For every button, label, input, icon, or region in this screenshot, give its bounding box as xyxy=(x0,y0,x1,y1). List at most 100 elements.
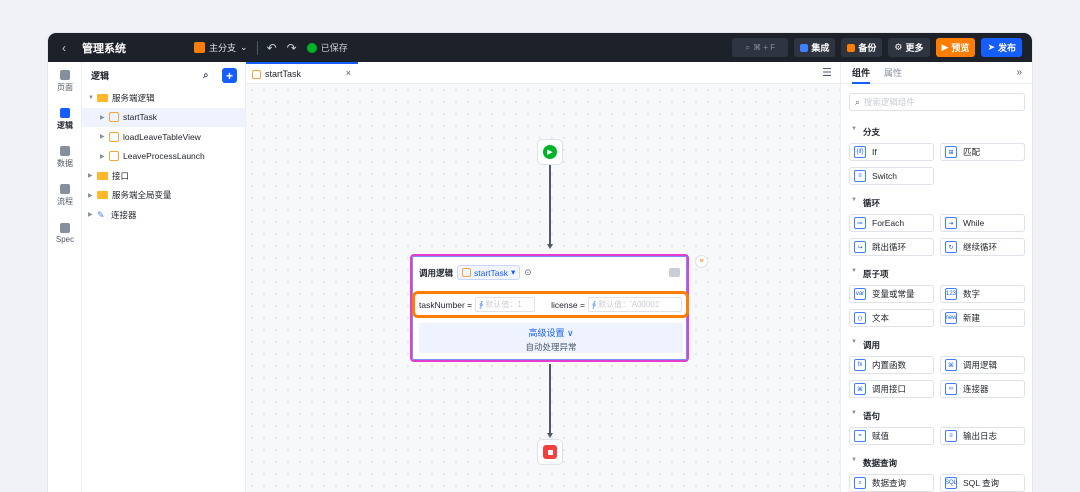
add-button[interactable]: + xyxy=(222,68,237,83)
divider xyxy=(256,40,258,55)
component-switch[interactable]: ≡ Switch xyxy=(849,167,934,185)
call-logic-node[interactable]: 调用逻辑 startTask ▾ ⊙ taskNumber = ∮ 默认值：1 xyxy=(410,254,689,362)
param-row: taskNumber = ∮ 默认值：1 license = ∮ 默认值：'A0… xyxy=(412,291,689,318)
tree-node-global-vars[interactable]: ▶ 服务端全局变量 xyxy=(82,186,245,206)
cloud-check-icon xyxy=(306,42,317,53)
rail-item-logic[interactable]: 逻辑 xyxy=(48,100,82,138)
publish-button[interactable]: ➤ 发布 xyxy=(981,38,1022,57)
app-title: 管理系统 xyxy=(82,42,126,55)
logic-icon xyxy=(109,151,119,162)
component-foreach[interactable]: ≔ ForEach xyxy=(849,214,934,232)
preview-button[interactable]: ▶ 预览 xyxy=(935,38,976,57)
connector-icon: ✎ xyxy=(97,209,105,220)
advanced-settings[interactable]: 高级设置 ∨ 自动处理异常 xyxy=(419,323,683,353)
flow-edge xyxy=(549,165,551,244)
component-break[interactable]: ↪ 跳出循环 xyxy=(849,238,934,256)
tree-node-label: startTask xyxy=(123,112,158,123)
component-continue[interactable]: ↻ 继续循环 xyxy=(940,238,1025,256)
integrate-label: 集成 xyxy=(811,43,830,53)
backup-button[interactable]: 备份 xyxy=(841,38,883,57)
component-text[interactable]: ⟨⟩ 文本 xyxy=(849,309,934,327)
tab-starttask[interactable]: startTask × xyxy=(246,62,358,84)
top-bar: ‹ 管理系统 主分支 ⌄ ↶ ↷ 已保存 ⌕ ⌘ + F 集成 备份 ⚙ 更多 … xyxy=(48,33,1032,62)
rail-item-spec[interactable]: Spec xyxy=(48,214,82,252)
search-icon[interactable]: ⌕ xyxy=(203,70,209,81)
tab-components[interactable]: 组件 xyxy=(852,62,871,84)
start-node[interactable]: ▶ xyxy=(537,139,563,165)
param-placeholder: 默认值：'A00001' xyxy=(598,300,661,309)
param-input-tasknumber[interactable]: ∮ 默认值：1 xyxy=(475,297,536,312)
category-label: 循环 xyxy=(862,198,880,208)
component-search-input[interactable]: ⌕ 搜索逻辑组件 xyxy=(849,93,1025,111)
tab-label: startTask xyxy=(265,69,302,79)
locate-icon[interactable]: ⊙ xyxy=(524,267,531,278)
category-statement[interactable]: ▼ 语句 xyxy=(851,410,880,422)
component-call-interface[interactable]: ⌘ 调用接口 xyxy=(849,380,934,398)
param-name: license = xyxy=(551,299,585,310)
rail-item-process[interactable]: 流程 xyxy=(48,176,82,214)
component-log[interactable]: ≡ 输出日志 xyxy=(940,427,1025,445)
component-match[interactable]: ⊞ 匹配 xyxy=(940,143,1025,161)
database-icon xyxy=(60,145,70,156)
component-variable[interactable]: var 变量或常量 xyxy=(849,285,934,303)
category-call[interactable]: ▼ 调用 xyxy=(851,339,880,351)
tree-node-starttask[interactable]: ▶ startTask xyxy=(82,107,245,127)
component-label: 调用接口 xyxy=(872,384,907,394)
caret-right-icon: ▶ xyxy=(100,134,105,141)
node-title: 调用逻辑 xyxy=(419,267,454,278)
branch-icon xyxy=(194,42,205,53)
component-number[interactable]: 123 数字 xyxy=(940,285,1025,303)
category-atoms[interactable]: ▼ 原子项 xyxy=(851,268,888,280)
integrate-button[interactable]: 集成 xyxy=(794,38,836,57)
component-label: 输出日志 xyxy=(963,431,998,441)
component-connector[interactable]: ∞ 连接器 xyxy=(940,380,1025,398)
category-branch[interactable]: ▼ 分支 xyxy=(851,126,880,138)
global-search-button[interactable]: ⌕ ⌘ + F xyxy=(732,38,789,57)
tree-node-connectors[interactable]: ▶ ✎ 连接器 xyxy=(82,205,245,225)
component-call-logic[interactable]: ⌘ 调用逻辑 xyxy=(940,356,1025,374)
component-sql-query[interactable]: SQL SQL 查询 xyxy=(940,474,1025,492)
tree-node-loadleavetableview[interactable]: ▶ loadLeaveTableView xyxy=(82,127,245,147)
param-input-license[interactable]: ∮ 默认值：'A00001' xyxy=(587,297,682,312)
collapse-icon[interactable] xyxy=(669,268,680,277)
rail-item-data[interactable]: 数据 xyxy=(48,138,82,176)
caret-down-icon: ▼ xyxy=(851,410,857,416)
var-icon: var xyxy=(854,288,866,300)
foreach-icon: ≔ xyxy=(854,217,866,229)
undo-icon[interactable]: ↶ xyxy=(267,41,277,55)
comment-icon[interactable]: ≡ xyxy=(695,255,708,268)
expand-icon[interactable]: » xyxy=(1016,67,1022,78)
switch-icon: ≡ xyxy=(854,170,866,182)
component-new[interactable]: new 新建 xyxy=(940,309,1025,327)
menu-icon[interactable]: ☰ xyxy=(822,66,832,79)
category-label: 语句 xyxy=(862,411,880,421)
tree-node-leaveprocesslaunch[interactable]: ▶ LeaveProcessLaunch xyxy=(82,147,245,167)
close-icon[interactable]: × xyxy=(346,68,351,78)
caret-down-icon: ▼ xyxy=(851,457,857,463)
component-while[interactable]: ⇥ While xyxy=(940,214,1025,232)
tab-properties[interactable]: 属性 xyxy=(884,66,902,79)
branch-selector[interactable]: 主分支 ⌄ xyxy=(194,41,248,54)
flow-canvas[interactable]: ▶ 调用逻辑 startTask ▾ ⊙ taskNumber = ∮ 默认值：… xyxy=(246,84,840,492)
category-loop[interactable]: ▼ 循环 xyxy=(851,197,880,209)
search-icon: ⌕ xyxy=(855,96,860,107)
param-name: taskNumber = xyxy=(419,299,473,310)
back-icon[interactable]: ‹ xyxy=(62,41,82,55)
more-button[interactable]: ⚙ 更多 xyxy=(888,38,930,57)
send-icon: ➤ xyxy=(987,42,995,52)
component-if[interactable]: {if} If xyxy=(849,143,934,161)
tree-node-interfaces[interactable]: ▶ 接口 xyxy=(82,166,245,186)
call-interface-icon: ⌘ xyxy=(854,383,866,395)
end-node[interactable] xyxy=(537,439,563,465)
tree-node-server-logic[interactable]: ▼ 服务端逻辑 xyxy=(82,88,245,108)
component-data-query[interactable]: ⌕ 数据查询 xyxy=(849,474,934,492)
category-data-query[interactable]: ▼ 数据查询 xyxy=(851,457,897,469)
logic-select[interactable]: startTask ▾ xyxy=(457,265,521,280)
advanced-settings-label[interactable]: 高级设置 ∨ xyxy=(419,326,683,339)
match-icon: ⊞ xyxy=(945,146,957,158)
component-builtin-function[interactable]: fx 内置函数 xyxy=(849,356,934,374)
component-assign[interactable]: = 赋值 xyxy=(849,427,934,445)
redo-icon[interactable]: ↷ xyxy=(287,41,297,55)
caret-down-icon: ▼ xyxy=(851,197,857,203)
rail-item-pages[interactable]: 页面 xyxy=(48,62,82,100)
